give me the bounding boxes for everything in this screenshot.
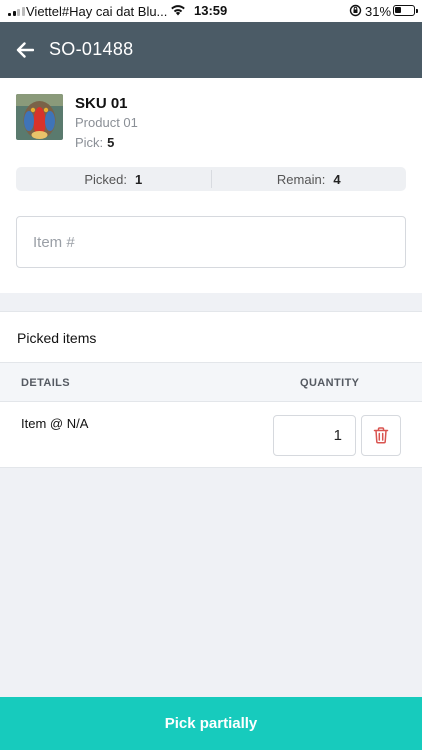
column-header-quantity: QUANTITY xyxy=(300,377,360,389)
status-bar: Viettel#Hay cai dat Blu... 13:59 31% xyxy=(0,0,422,22)
pick-partially-button[interactable]: Pick partially xyxy=(0,697,422,750)
carrier-name: Viettel#Hay cai dat Blu... xyxy=(26,4,168,19)
battery-icon xyxy=(393,5,418,16)
table-header: DETAILS QUANTITY xyxy=(0,362,422,402)
item-number-input[interactable] xyxy=(16,216,406,268)
wifi-icon xyxy=(170,4,186,19)
table-row: Item @ N/A 1 xyxy=(0,402,422,468)
signal-icon xyxy=(8,6,25,16)
product-image xyxy=(16,94,63,140)
product-name: Product 01 xyxy=(75,115,138,130)
quantity-input[interactable]: 1 xyxy=(273,415,356,456)
picked-stat: Picked: 1 xyxy=(16,167,211,191)
orientation-lock-icon xyxy=(349,4,362,20)
pick-quantity: Pick: 5 xyxy=(75,135,114,150)
remain-value: 4 xyxy=(333,171,341,187)
picked-value: 1 xyxy=(134,171,143,187)
back-button[interactable] xyxy=(12,38,38,62)
column-header-details: DETAILS xyxy=(21,377,71,389)
pick-value: 5 xyxy=(107,135,115,150)
item-details: Item @ N/A xyxy=(21,416,89,431)
arrow-left-icon xyxy=(16,42,34,58)
app-header: SO-01488 xyxy=(0,22,422,78)
battery-percent: 31% xyxy=(365,4,392,19)
trash-icon xyxy=(373,427,389,444)
picked-items-title: Picked items xyxy=(17,330,97,346)
pick-label: Pick: xyxy=(75,135,104,150)
remain-label: Remain: xyxy=(276,171,326,187)
picked-label: Picked: xyxy=(84,171,127,187)
pick-stats: Picked: 1 Remain: 4 xyxy=(16,167,406,191)
page-title: SO-01488 xyxy=(49,39,134,59)
remain-stat: Remain: 4 xyxy=(212,167,407,191)
picked-items-panel: Picked items DETAILS QUANTITY Item @ N/A… xyxy=(0,311,422,468)
sku-label: SKU 01 xyxy=(75,95,128,112)
clock: 13:59 xyxy=(194,3,228,18)
product-card: SKU 01 Product 01 Pick: 5 Picked: 1 Remain… xyxy=(0,78,422,293)
delete-button[interactable] xyxy=(361,415,401,456)
